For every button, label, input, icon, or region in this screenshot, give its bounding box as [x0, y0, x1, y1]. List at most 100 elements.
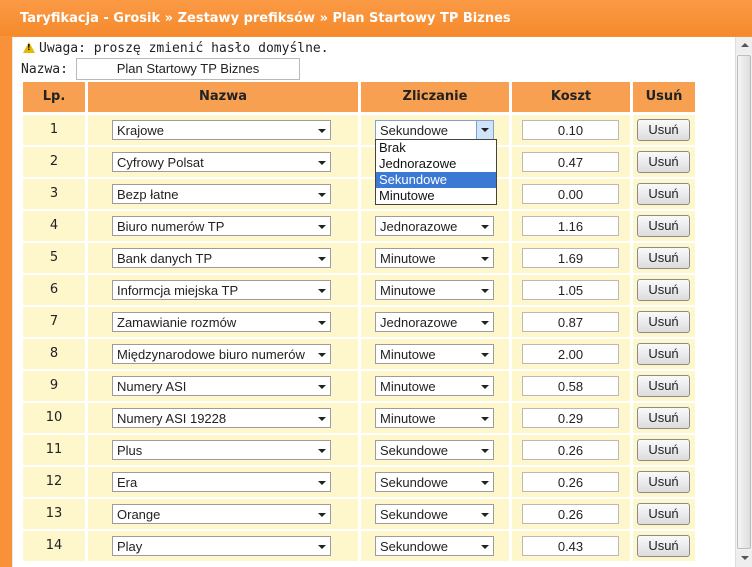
name-input[interactable]: Plan Startowy TP Biznes [76, 58, 300, 80]
zliczanie-select[interactable]: Minutowe [375, 248, 494, 268]
prefix-name-select[interactable]: Bezp łatne [112, 184, 331, 204]
prefix-name-select[interactable]: Informcja miejska TP [112, 280, 331, 300]
chevron-down-icon [481, 353, 489, 357]
vertical-scrollbar[interactable] [735, 37, 752, 567]
dropdown-option[interactable]: Jednorazowe [376, 156, 496, 172]
table-row: 10 Numery ASI 19228 Minutowe 0.29 Usuń [23, 403, 695, 433]
prefix-name-select[interactable]: Cyfrowy Polsat [112, 152, 331, 172]
koszt-input[interactable]: 0.43 [522, 536, 619, 556]
prefix-name-select[interactable]: Plus [112, 440, 331, 460]
delete-button[interactable]: Usuń [637, 151, 690, 173]
delete-button[interactable]: Usuń [637, 183, 690, 205]
scrollbar-thumb[interactable] [737, 55, 751, 549]
chevron-down-icon [481, 385, 489, 389]
chevron-down-icon [481, 257, 489, 261]
cell-lp: 2 [23, 147, 85, 177]
koszt-input[interactable]: 0.47 [522, 152, 619, 172]
delete-button[interactable]: Usuń [637, 311, 690, 333]
zliczanie-select[interactable]: Sekundowe [375, 472, 494, 492]
prefix-name-value: Orange [117, 507, 161, 522]
prefix-name-value: Zamawianie rozmów [117, 315, 237, 330]
zliczanie-value: Minutowe [380, 283, 436, 298]
chevron-down-icon [318, 385, 326, 389]
warning-message: Uwaga: proszę zmienić hasło domyślne. [23, 41, 329, 56]
chevron-down-icon [318, 353, 326, 357]
koszt-input[interactable]: 2.00 [522, 344, 619, 364]
table-row: 1 Krajowe Sekundowe 0.10 Usuń [23, 115, 695, 145]
zliczanie-dropdown-list[interactable]: Brak Jednorazowe Sekundowe Minutowe [375, 139, 497, 205]
delete-button[interactable]: Usuń [637, 535, 690, 557]
koszt-input[interactable]: 1.05 [522, 280, 619, 300]
zliczanie-select[interactable]: Sekundowe [375, 120, 494, 140]
cell-lp: 10 [23, 403, 85, 433]
prefix-name-select[interactable]: Zamawianie rozmów [112, 312, 331, 332]
prefix-name-select[interactable]: Numery ASI 19228 [112, 408, 331, 428]
delete-button[interactable]: Usuń [637, 279, 690, 301]
delete-button[interactable]: Usuń [637, 375, 690, 397]
prefix-name-select[interactable]: Numery ASI [112, 376, 331, 396]
cell-lp: 1 [23, 115, 85, 145]
koszt-input[interactable]: 1.69 [522, 248, 619, 268]
column-header-lp: Lp. [23, 82, 85, 112]
dropdown-button[interactable] [476, 121, 493, 139]
koszt-input[interactable]: 0.29 [522, 408, 619, 428]
prefix-name-select[interactable]: Międzynarodowe biuro numerów [112, 344, 331, 364]
prefix-name-select[interactable]: Era [112, 472, 331, 492]
koszt-input[interactable]: 0.26 [522, 440, 619, 460]
table-row: 13 Orange Sekundowe 0.26 Usuń [23, 499, 695, 529]
zliczanie-select[interactable]: Jednorazowe [375, 216, 494, 236]
delete-button[interactable]: Usuń [637, 119, 690, 141]
table-row: 4 Biuro numerów TP Jednorazowe 1.16 Usuń [23, 211, 695, 241]
cell-lp: 11 [23, 435, 85, 465]
dropdown-option-highlighted[interactable]: Sekundowe [376, 172, 496, 188]
zliczanie-select[interactable]: Sekundowe [375, 504, 494, 524]
zliczanie-select[interactable]: Sekundowe [375, 440, 494, 460]
delete-button[interactable]: Usuń [637, 343, 690, 365]
koszt-input[interactable]: 0.26 [522, 504, 619, 524]
scroll-down-arrow-icon[interactable] [736, 550, 752, 567]
zliczanie-value: Sekundowe [380, 123, 448, 138]
scroll-up-arrow-icon[interactable] [736, 37, 752, 54]
table-row: 14 Play Sekundowe 0.43 Usuń [23, 531, 695, 561]
prefix-name-select[interactable]: Bank danych TP [112, 248, 331, 268]
prefix-name-value: Numery ASI [117, 379, 187, 394]
delete-button[interactable]: Usuń [637, 439, 690, 461]
delete-button[interactable]: Usuń [637, 503, 690, 525]
prefix-name-select[interactable]: Krajowe [112, 120, 331, 140]
chevron-down-icon [481, 225, 489, 229]
delete-button[interactable]: Usuń [637, 407, 690, 429]
zliczanie-value: Sekundowe [380, 539, 448, 554]
cell-lp: 13 [23, 499, 85, 529]
prefix-name-select[interactable]: Orange [112, 504, 331, 524]
prefix-name-value: Biuro numerów TP [117, 219, 225, 234]
chevron-down-icon [318, 321, 326, 325]
cell-lp: 5 [23, 243, 85, 273]
prefix-name-select[interactable]: Play [112, 536, 331, 556]
chevron-down-icon [318, 289, 326, 293]
dropdown-option[interactable]: Brak [376, 140, 496, 156]
dropdown-option[interactable]: Minutowe [376, 188, 496, 204]
koszt-input[interactable]: 0.10 [522, 120, 619, 140]
zliczanie-select[interactable]: Minutowe [375, 344, 494, 364]
zliczanie-select[interactable]: Minutowe [375, 280, 494, 300]
prefix-name-select[interactable]: Biuro numerów TP [112, 216, 331, 236]
koszt-input[interactable]: 0.87 [522, 312, 619, 332]
zliczanie-value: Jednorazowe [380, 315, 458, 330]
delete-button[interactable]: Usuń [637, 215, 690, 237]
koszt-input[interactable]: 0.58 [522, 376, 619, 396]
koszt-input[interactable]: 0.26 [522, 472, 619, 492]
zliczanie-select[interactable]: Minutowe [375, 376, 494, 396]
table-row: 6 Informcja miejska TP Minutowe 1.05 Usuń [23, 275, 695, 305]
delete-button[interactable]: Usuń [637, 247, 690, 269]
zliczanie-select[interactable]: Sekundowe [375, 536, 494, 556]
zliczanie-value: Minutowe [380, 251, 436, 266]
koszt-input[interactable]: 1.16 [522, 216, 619, 236]
chevron-down-icon [318, 225, 326, 229]
cell-lp: 14 [23, 531, 85, 561]
chevron-down-icon [481, 289, 489, 293]
koszt-input[interactable]: 0.00 [522, 184, 619, 204]
cell-lp: 7 [23, 307, 85, 337]
zliczanie-select[interactable]: Jednorazowe [375, 312, 494, 332]
zliczanie-select[interactable]: Minutowe [375, 408, 494, 428]
delete-button[interactable]: Usuń [637, 471, 690, 493]
